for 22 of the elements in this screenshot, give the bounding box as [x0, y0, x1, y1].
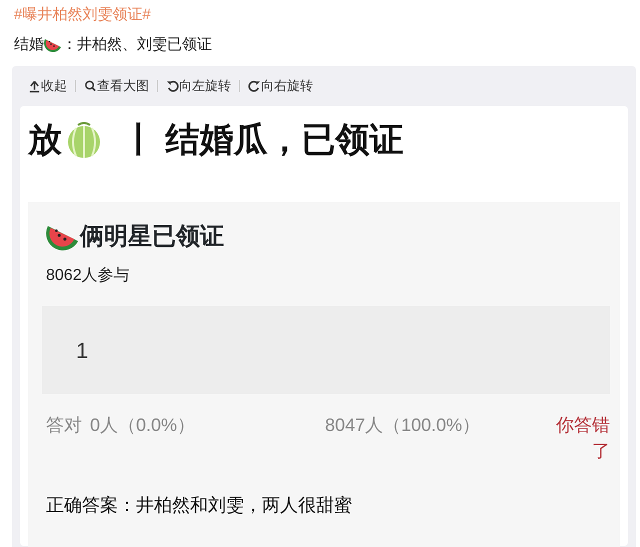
melon-icon: [66, 121, 102, 159]
participant-count: 8062人参与: [46, 266, 131, 286]
rotate-right-icon: [248, 79, 261, 93]
result-text: 你答错了: [555, 414, 610, 463]
toolbar-button[interactable]: 收起: [20, 76, 75, 96]
post-text: 结婚: [14, 35, 44, 55]
post-text: ：井柏然、刘雯已领证: [62, 35, 212, 55]
rotate-left-icon: [166, 79, 179, 93]
option-count: 8047人（100.0%）: [325, 414, 480, 437]
headline-text: 丨 结婚瓜，已领证: [122, 120, 404, 161]
answer-option[interactable]: 1: [42, 306, 610, 394]
watermelon-icon: [44, 36, 62, 54]
quiz-title: 俩明星已领证: [80, 222, 224, 252]
toolbar-button[interactable]: 查看大图: [76, 76, 157, 96]
correct-count: 0人（0.0%）: [90, 414, 196, 437]
upload-arrow-icon: [28, 79, 41, 93]
toolbar-button[interactable]: 向右旋转: [240, 76, 321, 96]
search-icon: [84, 79, 97, 93]
answer-text: 正确答案：井柏然和刘雯，两人很甜蜜: [46, 494, 353, 517]
headline-text: 放: [28, 120, 62, 161]
correct-label: 答对: [46, 414, 82, 437]
toolbar-button[interactable]: 向左旋转: [158, 76, 239, 96]
